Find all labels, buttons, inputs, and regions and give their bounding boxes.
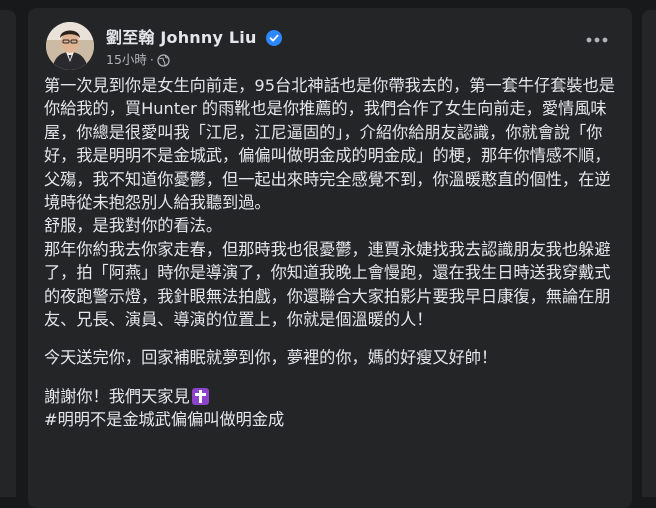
meta-separator: · xyxy=(149,52,154,67)
adjacent-card-right xyxy=(642,10,656,497)
post-paragraph-5: 謝謝你！我們天家見 xyxy=(44,385,626,408)
latin-cross-emoji-icon xyxy=(191,387,209,405)
adjacent-card-left-lower xyxy=(0,150,16,497)
post-paragraph-3: 那年你約我去你家走春，但那時我也很憂鬱，連賈永婕找我去認識朋友我也躲避了，拍「阿… xyxy=(44,239,611,330)
verified-badge-icon xyxy=(266,30,283,50)
post-timestamp[interactable]: 15小時 xyxy=(106,52,147,67)
author-avatar[interactable] xyxy=(46,22,94,70)
more-options-icon[interactable] xyxy=(584,32,610,46)
post-text: 第一次見到你是女生向前走，95台北神話也是你帶我去的，第一套牛仔套裝也是你給我的… xyxy=(44,74,626,432)
post-paragraph-5-text: 謝謝你！我們天家見 xyxy=(44,386,190,406)
avatar-photo xyxy=(46,22,94,70)
post-hashtag[interactable]: #明明不是金城武偏偏叫做明金成 xyxy=(44,408,626,431)
author-name-row: 劉至翰 Johnny Liu xyxy=(106,24,283,50)
post-paragraph-4: 今天送完你，回家補眠就夢到你，夢裡的你，媽的好瘦又好帥！ xyxy=(44,348,498,368)
post-card: 劉至翰 Johnny Liu 15小時 · 第一次見到你是女生向前走，95台北神話… xyxy=(28,8,632,508)
post-paragraph-1: 第一次見到你是女生向前走，95台北神話也是你帶我去的，第一套牛仔套裝也是你給我的… xyxy=(44,76,615,213)
post-paragraph-2: 舒服，是我對你的看法。 xyxy=(44,216,223,236)
post-meta: 15小時 · xyxy=(106,49,170,70)
globe-icon[interactable] xyxy=(157,54,170,70)
author-name[interactable]: 劉至翰 Johnny Liu xyxy=(106,28,257,47)
